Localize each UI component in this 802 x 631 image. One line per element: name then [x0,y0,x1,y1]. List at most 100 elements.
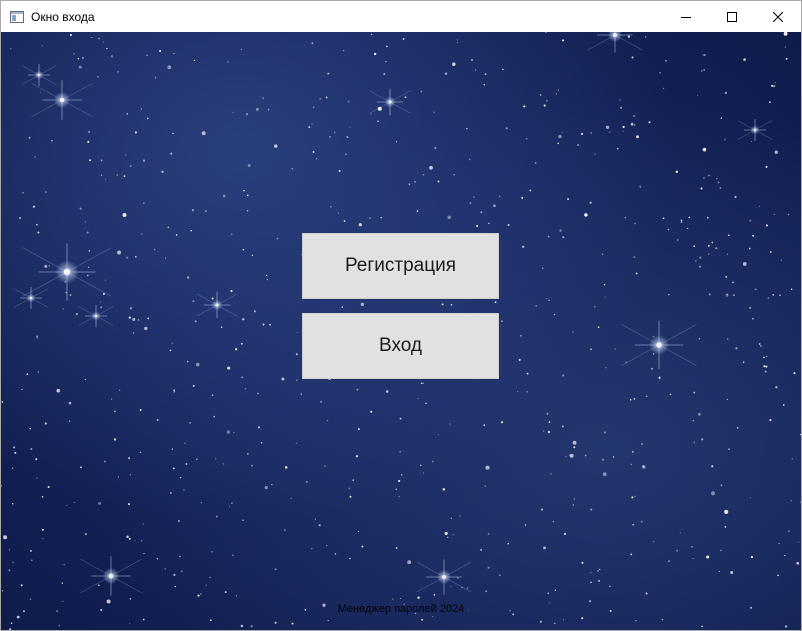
star [19,217,22,220]
star [8,549,11,551]
login-button[interactable]: Вход [302,313,499,379]
star [763,365,766,368]
star [170,492,172,494]
bright-star [78,305,114,327]
star [645,36,647,38]
star [619,99,621,101]
star [347,100,350,103]
star [86,231,89,234]
star [711,241,714,244]
star [563,532,567,535]
title-bar[interactable]: Окно входа [1,1,801,32]
star [777,574,779,577]
star [246,194,249,197]
star [347,136,349,138]
register-button[interactable]: Регистрация [302,233,499,299]
star [240,342,243,345]
star [291,167,294,170]
star [769,101,771,103]
star [706,555,710,559]
star [788,530,790,532]
star [772,294,774,296]
app-window-icon [9,9,25,25]
star [200,593,202,595]
star [357,530,360,533]
star [262,323,265,326]
star [750,555,753,559]
star [398,495,400,498]
star [36,223,38,226]
star [727,234,730,237]
star [172,467,175,470]
star [262,97,265,100]
star [75,312,78,316]
star [41,45,43,47]
star [114,410,116,413]
star [750,140,753,143]
star [601,253,604,255]
star [244,387,247,390]
star [386,45,388,48]
star [589,600,592,603]
star [98,501,101,505]
star [369,217,372,220]
star [398,479,401,482]
star [79,207,82,210]
star [242,248,245,251]
star [749,497,752,499]
star [752,234,755,237]
star [125,154,127,156]
star [547,592,549,594]
star [1,401,4,403]
star [602,458,604,461]
maximize-button[interactable] [709,1,755,32]
star [242,318,245,321]
star [640,520,643,523]
star [128,537,131,540]
star [468,158,471,161]
star [609,585,611,588]
star [65,292,67,294]
star [732,294,735,297]
minimize-button[interactable] [663,1,709,32]
star [266,279,268,281]
star [562,619,565,621]
star [37,231,40,234]
star [290,497,293,500]
star [550,473,552,475]
star [603,283,606,286]
star [612,456,615,458]
star [773,85,776,88]
star [765,165,768,168]
star [407,560,412,565]
star [622,130,624,132]
star [546,412,549,415]
star [132,317,136,321]
star [594,306,596,308]
star [87,274,89,277]
star [754,288,757,291]
star [26,373,29,376]
star [327,72,330,75]
star [734,195,737,199]
star [29,549,33,552]
star [785,57,788,60]
star [138,319,140,321]
star [12,467,14,469]
star [180,570,183,573]
star [173,573,176,576]
star [30,448,33,450]
star [687,227,689,230]
star [524,524,527,526]
star [796,561,800,565]
star [154,76,157,79]
star [232,554,234,556]
star [594,153,596,155]
star [326,419,329,422]
star [502,68,504,71]
star [348,487,351,490]
star [134,539,136,542]
star [493,204,496,208]
star [565,456,567,458]
close-button[interactable] [755,1,801,32]
